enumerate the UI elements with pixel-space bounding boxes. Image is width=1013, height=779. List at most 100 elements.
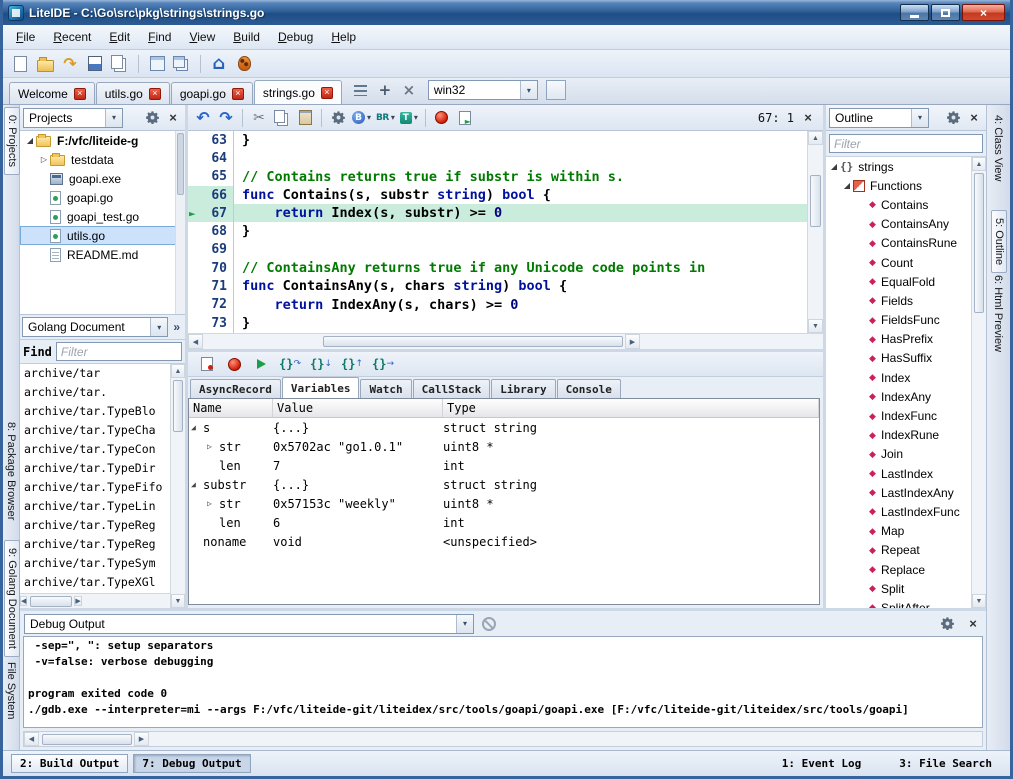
tree-item[interactable]: README.md [20, 245, 185, 264]
gutter-line[interactable]: ►67 [188, 204, 233, 222]
debug-tab-console[interactable]: Console [557, 379, 621, 398]
side-tab-0-projects[interactable]: 0: Projects [4, 107, 20, 175]
variable-row[interactable]: ◢substr{...}struct string [189, 475, 819, 494]
cascade-icon[interactable] [173, 54, 191, 74]
outline-item[interactable]: ◆Count [826, 253, 971, 272]
debug-tab-watch[interactable]: Watch [360, 379, 411, 398]
outline-item[interactable]: ◆Index [826, 368, 971, 387]
outline-combo[interactable]: Outline ▾ [829, 108, 929, 128]
code-line[interactable]: // ContainsAny returns true if any Unico… [234, 259, 807, 277]
home-icon[interactable] [210, 54, 228, 74]
gear-icon[interactable] [143, 109, 161, 127]
menu-help[interactable]: Help [322, 27, 365, 47]
outline-item[interactable]: ◆Replace [826, 560, 971, 579]
copy-icon[interactable] [273, 108, 291, 128]
gutter-line[interactable]: 66 [188, 186, 233, 204]
column-header-type[interactable]: Type [443, 399, 819, 417]
step-out-icon[interactable] [341, 354, 363, 374]
expand-arrow[interactable]: ◢ [191, 480, 203, 489]
column-header-value[interactable]: Value [273, 399, 443, 417]
outline-item[interactable]: ◆Map [826, 522, 971, 541]
close-output-icon[interactable]: × [964, 615, 982, 633]
variable-row[interactable]: nonamevoid<unspecified> [189, 532, 819, 551]
statusbar-3-file-search[interactable]: 3: File Search [895, 757, 996, 770]
t-dropdown[interactable] [400, 108, 418, 128]
run-to-line-icon[interactable] [372, 354, 394, 374]
menu-find[interactable]: Find [139, 27, 180, 47]
scroll-down-icon[interactable]: ▼ [171, 594, 185, 608]
golang-document-combo[interactable]: Golang Document ▾ [22, 317, 168, 337]
outline-item[interactable]: ◆IndexRune [826, 426, 971, 445]
tree-arrow[interactable]: ◢ [24, 136, 36, 145]
outline-item[interactable]: ◆Contains [826, 195, 971, 214]
editor-vscrollbar[interactable]: ▲ ▼ [807, 131, 823, 333]
overflow-button[interactable]: » [170, 320, 183, 334]
continue-icon[interactable] [252, 354, 270, 374]
scroll-up-icon[interactable]: ▲ [171, 364, 185, 378]
outline-item[interactable]: ◆LastIndexAny [826, 483, 971, 502]
doc-hscrollbar[interactable]: ◀ ▶ [20, 593, 170, 608]
close-panel-icon[interactable]: × [164, 109, 182, 127]
tab-close-icon[interactable]: × [74, 88, 86, 100]
step-into-icon[interactable] [310, 354, 332, 374]
outline-item[interactable]: ◆HasPrefix [826, 330, 971, 349]
variable-row[interactable]: len7int [189, 456, 819, 475]
doc-list-item[interactable]: archive/tar.TypeReg [20, 516, 170, 535]
gutter-line[interactable]: 73 [188, 314, 233, 332]
chevron-down-icon[interactable]: ▾ [105, 109, 122, 127]
outline-item[interactable]: ◆Fields [826, 291, 971, 310]
tab-list-icon[interactable] [352, 80, 370, 100]
b-dropdown[interactable] [352, 108, 371, 128]
outline-item[interactable]: ◆ContainsRune [826, 234, 971, 253]
statusbar-7-debug-output[interactable]: 7: Debug Output [133, 754, 250, 773]
log-page-icon[interactable] [198, 354, 216, 374]
env-combo[interactable]: win32 ▾ [428, 80, 538, 100]
clear-output-icon[interactable] [482, 617, 496, 631]
tree-arrow[interactable]: ◢ [828, 162, 840, 171]
step-over-icon[interactable] [279, 354, 301, 374]
doc-list-item[interactable]: archive/tar.TypeCon [20, 440, 170, 459]
chevron-down-icon[interactable]: ▾ [911, 109, 928, 127]
side-tab-8-package-browser[interactable]: 8: Package Browser [4, 415, 18, 527]
menu-debug[interactable]: Debug [269, 27, 322, 47]
outline-item[interactable]: ◆ContainsAny [826, 215, 971, 234]
scroll-left-icon[interactable]: ◀ [188, 334, 203, 349]
new-file-icon[interactable] [11, 54, 29, 74]
menu-build[interactable]: Build [224, 27, 269, 47]
code-line[interactable]: func ContainsAny(s, chars string) bool { [234, 277, 807, 295]
tab-strings-go[interactable]: strings.go× [254, 80, 342, 104]
tree-item[interactable]: goapi_test.go [20, 207, 185, 226]
code-line[interactable]: return Index(s, substr) >= 0 [234, 204, 807, 222]
code-line[interactable] [234, 241, 807, 259]
side-tab-6-html-preview[interactable]: 6: Html Preview [991, 268, 1005, 359]
expand-arrow[interactable]: ▷ [207, 499, 219, 508]
scroll-down-icon[interactable]: ▼ [808, 319, 823, 333]
outline-item[interactable]: ◢{}strings [826, 157, 971, 176]
tab-welcome[interactable]: Welcome× [9, 82, 95, 104]
minimize-button[interactable] [900, 4, 929, 21]
column-header-name[interactable]: Name [189, 399, 273, 417]
code-line[interactable]: } [234, 314, 807, 332]
tab-close-icon[interactable]: × [149, 88, 161, 100]
gutter-line[interactable]: 63 [188, 131, 233, 149]
outline-filter-input[interactable] [829, 134, 983, 153]
side-tab-5-outline[interactable]: 5: Outline [991, 210, 1007, 273]
gear-icon[interactable] [944, 109, 962, 127]
outline-item[interactable]: ◆EqualFold [826, 272, 971, 291]
undo-icon[interactable] [194, 108, 212, 128]
doc-vscrollbar[interactable]: ▲ ▼ [170, 364, 185, 608]
gutter-line[interactable]: 65 [188, 168, 233, 186]
doc-list-item[interactable]: archive/tar.TypeFifo [20, 478, 170, 497]
scrollbar-thumb[interactable] [30, 596, 72, 607]
expand-arrow[interactable]: ◢ [191, 423, 203, 432]
close-panel-icon[interactable]: × [965, 109, 983, 127]
tree-arrow[interactable]: ▷ [38, 155, 50, 164]
tab-utils-go[interactable]: utils.go× [96, 82, 170, 104]
outline-item[interactable]: ◆IndexFunc [826, 406, 971, 425]
outline-vscrollbar[interactable]: ▲ ▼ [971, 157, 986, 608]
doc-list-item[interactable]: archive/tar. [20, 383, 170, 402]
code-line[interactable]: func Contains(s, substr string) bool { [234, 186, 807, 204]
record-icon[interactable] [433, 108, 451, 128]
scrollbar-thumb[interactable] [42, 734, 132, 745]
output-combo[interactable]: Debug Output ▾ [24, 614, 474, 634]
